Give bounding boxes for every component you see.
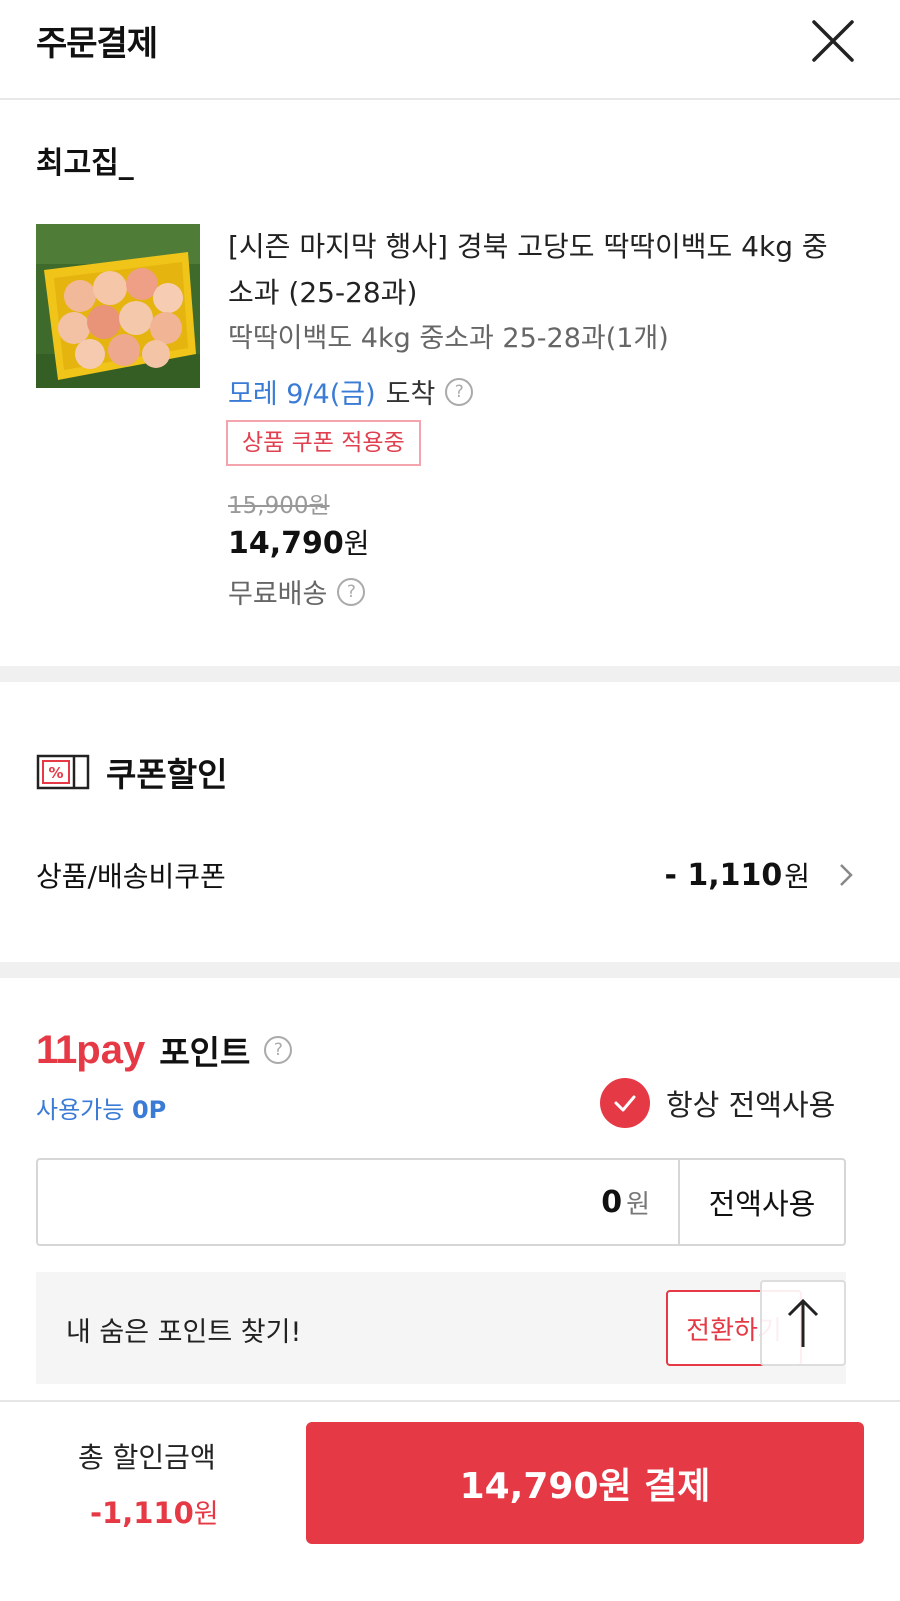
points-input-unit: 원 <box>626 1189 650 1220</box>
coupon-discount-amount: - 1,110 <box>664 857 783 893</box>
product-image <box>36 224 200 388</box>
total-discount-label: 총 할인금액 <box>78 1441 216 1474</box>
points-section-title: 11 pay 포인트 ? <box>36 1026 293 1074</box>
shipping-label: 무료배송 <box>228 579 328 610</box>
product-name[interactable]: [시즌 마지막 행사] 경북 고당도 딱딱이백도 4kg 중소과 (25-28과… <box>228 224 848 316</box>
checkout-footer: 총 할인금액 -1,110원 14,790원 결제 <box>0 1400 900 1601</box>
brand-logo-11: 11 <box>36 1027 77 1072</box>
section-divider <box>0 962 900 978</box>
sale-price-unit: 원 <box>343 527 370 560</box>
available-label: 사용가능 <box>36 1096 125 1124</box>
seller-name: 최고집_ <box>36 146 134 181</box>
available-value: 0P <box>131 1096 167 1124</box>
total-discount-amount: -1,110 <box>90 1496 194 1530</box>
product-option: 딱딱이백도 4kg 중소과 25-28과(1개) <box>228 323 669 354</box>
help-icon[interactable]: ? <box>445 377 474 406</box>
original-price: 15,900원 <box>228 493 330 519</box>
help-icon[interactable]: ? <box>264 1036 293 1064</box>
coupon-row-label: 상품/배송비쿠폰 <box>36 860 226 893</box>
checkmark-icon[interactable] <box>600 1078 650 1128</box>
close-icon[interactable] <box>810 18 856 64</box>
coupon-applied-badge: 상품 쿠폰 적용중 <box>226 420 421 466</box>
always-use-label: 항상 전액사용 <box>666 1088 836 1122</box>
hidden-points-text: 내 숨은 포인트 찾기! <box>66 1317 302 1348</box>
coupon-section-title: % 쿠폰할인 <box>36 748 227 796</box>
scroll-to-top-button[interactable] <box>760 1280 846 1366</box>
coupon-title-text: 쿠폰할인 <box>106 755 228 794</box>
shipping-info: 무료배송 ? <box>228 572 366 611</box>
delivery-date: 모레 9/4(금) <box>228 379 376 410</box>
points-title-text: 포인트 <box>159 1033 251 1072</box>
coupon-icon: % <box>36 754 90 790</box>
points-input[interactable]: 0원 <box>38 1160 680 1244</box>
section-divider <box>0 666 900 682</box>
chevron-right-icon <box>840 864 853 886</box>
points-input-value: 0 <box>601 1184 623 1220</box>
points-input-group: 0원 전액사용 <box>36 1158 846 1246</box>
total-discount-unit: 원 <box>193 1499 219 1530</box>
delivery-suffix: 도착 <box>385 379 436 410</box>
sale-price: 14,790원 <box>228 522 370 562</box>
help-icon[interactable]: ? <box>337 577 366 606</box>
arrow-up-icon <box>787 1298 819 1347</box>
coupon-discount-unit: 원 <box>784 860 810 893</box>
coupon-row-value: - 1,110 원 <box>664 855 856 895</box>
delivery-info: 모레 9/4(금) 도착 ? <box>228 372 474 411</box>
hidden-points-banner: 내 숨은 포인트 찾기! 전환하기 <box>36 1272 846 1384</box>
product-shipping-coupon-row[interactable]: 상품/배송비쿠폰 - 1,110 원 <box>36 852 856 898</box>
sale-price-number: 14,790 <box>228 526 344 561</box>
header: 주문결제 <box>0 0 900 100</box>
page-title: 주문결제 <box>36 24 158 64</box>
always-use-all-checkbox[interactable]: 항상 전액사용 <box>600 1078 835 1128</box>
coupon-icon-symbol: % <box>48 764 63 782</box>
total-discount-value: -1,110원 <box>90 1492 219 1531</box>
available-points: 사용가능 0P <box>36 1090 166 1125</box>
use-all-button[interactable]: 전액사용 <box>680 1160 844 1244</box>
pay-button[interactable]: 14,790원 결제 <box>306 1422 864 1544</box>
brand-logo-pay: pay <box>76 1027 146 1072</box>
